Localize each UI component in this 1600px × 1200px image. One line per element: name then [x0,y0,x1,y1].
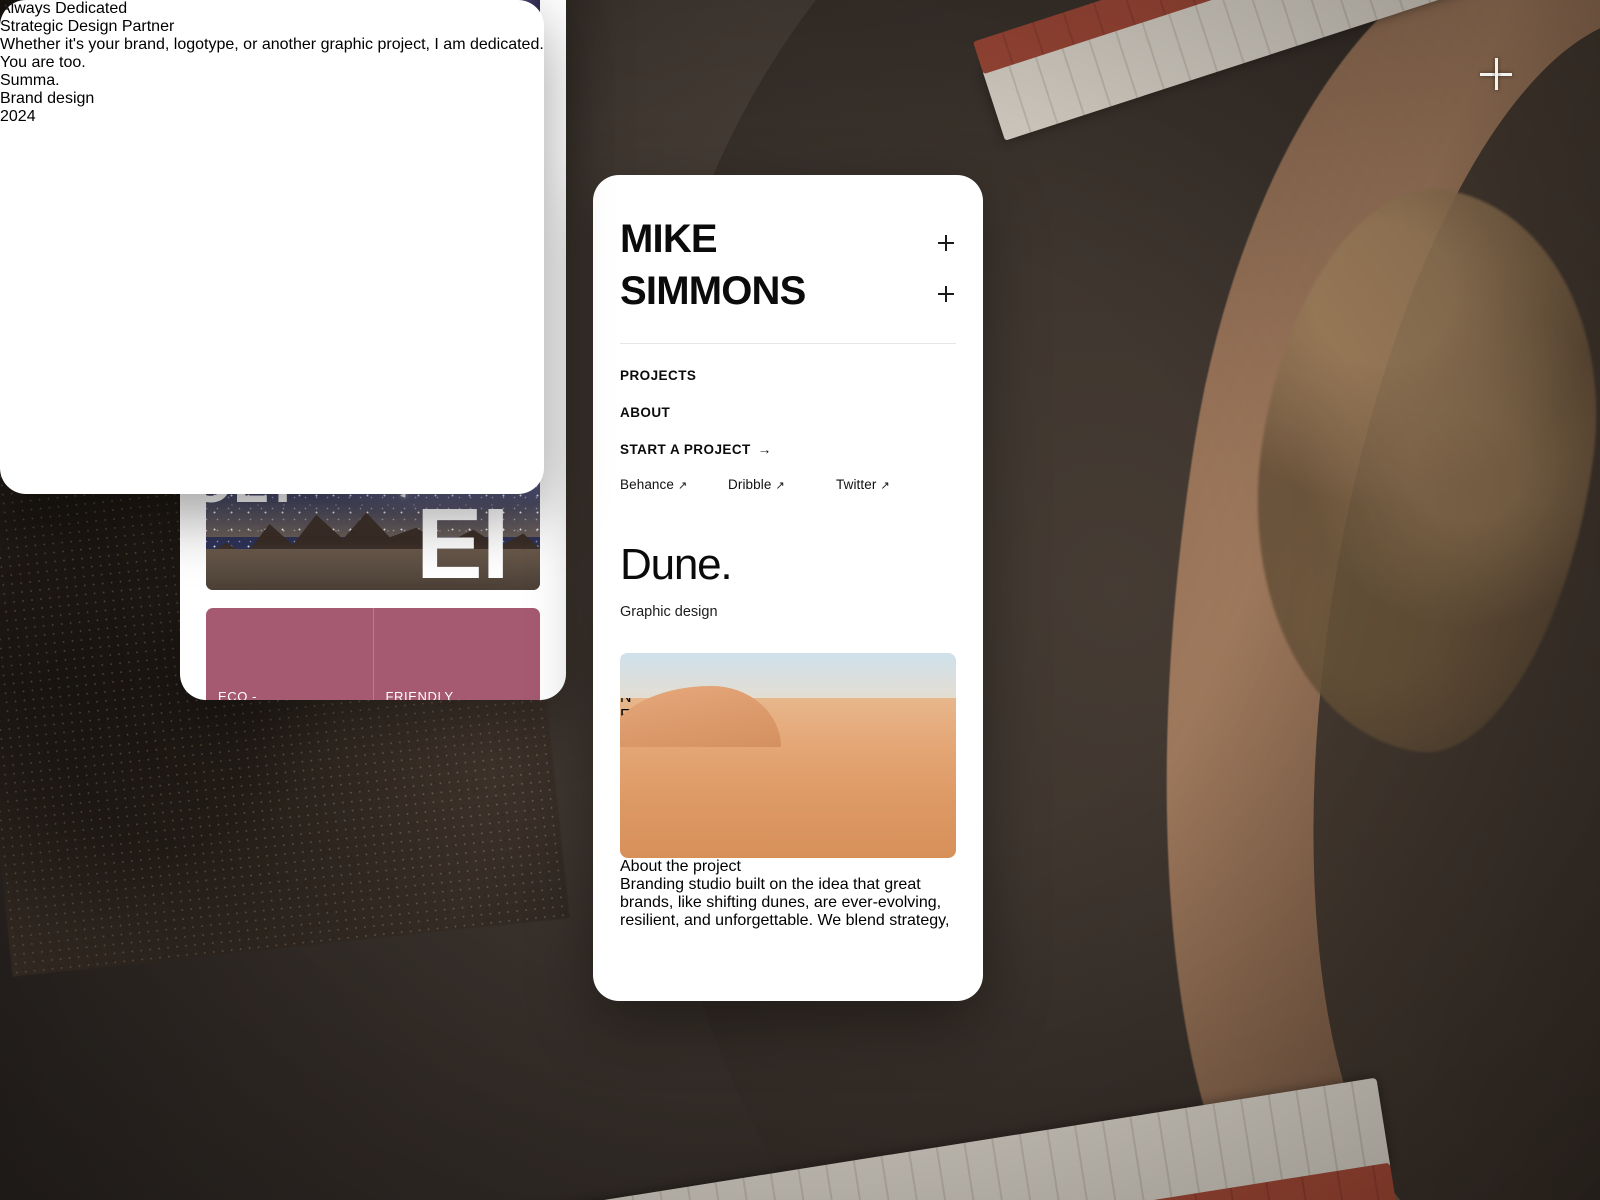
summa-s-logo-icon [0,126,544,494]
social-label-behance: Behance [620,477,674,492]
social-link-twitter[interactable]: Twitter ↗ [836,477,944,492]
role-block: Always Dedicated Strategic Design Partne… [0,0,544,36]
plus-icon[interactable] [1480,58,1512,90]
header-divider [620,343,956,344]
nav-label-start-a-project: START A PROJECT [620,442,751,457]
eco-label-left: ECO - [218,689,258,700]
external-link-icon: ↗ [775,480,785,492]
nav-item-start-a-project[interactable]: START A PROJECT → [620,442,956,457]
social-label-dribble: Dribble [728,477,772,492]
role-line-2: Strategic Design Partner [0,18,175,35]
project-title: Dune. [620,540,733,589]
project-image-dune[interactable]: D U N E [620,653,956,858]
eco-half-right: FRIENDLY [372,608,541,700]
about-body: Branding studio built on the idea that g… [620,876,950,929]
social-link-dribble[interactable]: Dribble ↗ [728,477,836,492]
nav-label-about: ABOUT [620,405,671,420]
tagline-text: Whether it's your brand, logotype, or an… [0,36,544,71]
arrow-right-icon: → [757,442,772,457]
gallery-tile-eco-friendly[interactable]: ECO - FRIENDLY [206,608,540,700]
name-line-1: MIKE [620,217,718,261]
social-label-twitter: Twitter [836,477,877,492]
plus-icon-1[interactable] [938,235,954,251]
work-info: Summa. Brand design [0,72,544,108]
plus-icon-2[interactable] [938,286,954,302]
dune-main-crest [687,665,956,825]
work-image-helmet[interactable] [0,126,544,494]
overlay-letter-ei: EI [416,488,509,590]
tagline-card: Always Dedicated Strategic Design Partne… [0,0,544,494]
eco-half-left: ECO - [206,608,373,700]
role-line-1: Always Dedicated [0,0,128,17]
name-line-2: SIMMONS [620,269,806,313]
name-block: MIKE SIMMONS [620,213,956,317]
social-links: Behance ↗ Dribble ↗ Twitter ↗ [620,477,956,492]
about-heading: About the project [620,858,741,875]
profile-card: MIKE SIMMONS PROJECTS ABOUT START A PROJ… [593,175,983,1001]
work-category: Brand design [0,90,95,107]
work-row[interactable]: Summa. Brand design 2024 [0,72,544,126]
social-link-behance[interactable]: Behance ↗ [620,477,728,492]
project-category: Graphic design [620,604,718,620]
nav-item-about[interactable]: ABOUT [620,405,956,420]
nav-item-projects[interactable]: PROJECTS [620,368,956,383]
eco-label-right: FRIENDLY [385,689,454,700]
nav-label-projects: PROJECTS [620,368,697,383]
work-name: Summa. [0,72,60,89]
work-year: 2024 [0,108,36,125]
external-link-icon: ↗ [880,480,890,492]
external-link-icon: ↗ [678,480,688,492]
